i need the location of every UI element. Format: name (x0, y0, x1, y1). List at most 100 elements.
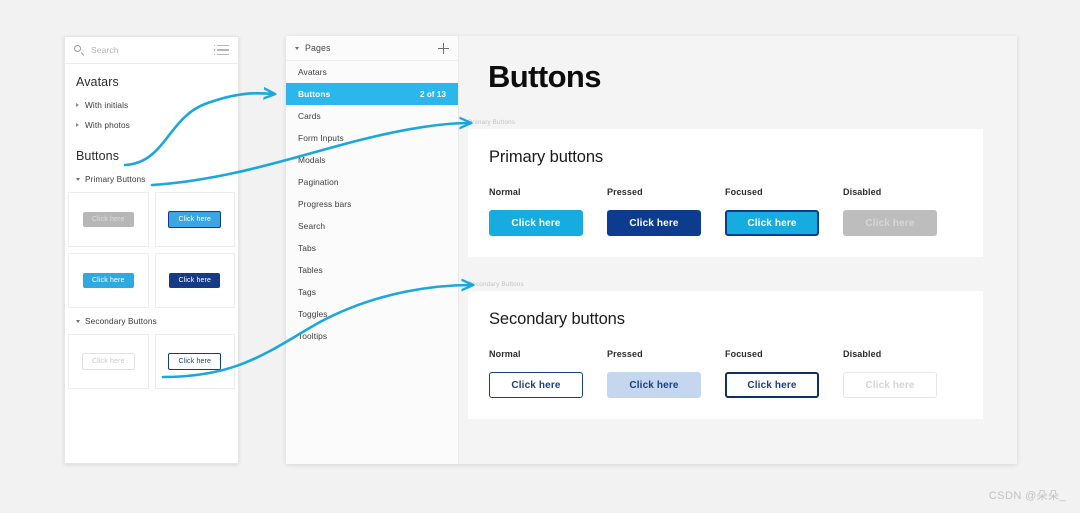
page-item-modals[interactable]: Modals (286, 149, 458, 171)
mini-button-pressed[interactable]: Click here (169, 273, 221, 288)
state-label: Pressed (607, 187, 643, 197)
section-heading-secondary: Secondary buttons (489, 310, 625, 328)
page-item-label: Progress bars (298, 199, 352, 209)
page-item-label: Pagination (298, 177, 339, 187)
secondary-button-normal[interactable]: Click here (489, 372, 583, 398)
state-column-focused: Focused Click here (725, 187, 843, 236)
chevron-right-icon[interactable] (76, 103, 79, 107)
page-item-form-inputs[interactable]: Form Inputs (286, 127, 458, 149)
state-label: Pressed (607, 349, 643, 359)
pages-title: Pages (305, 43, 331, 53)
state-label: Disabled (843, 349, 882, 359)
page-item-label: Avatars (298, 67, 327, 77)
pages-header: Pages (286, 36, 458, 61)
state-column-normal: Normal Click here (489, 187, 607, 236)
state-column-pressed: Pressed Click here (607, 349, 725, 398)
search-icon (74, 44, 85, 56)
page-item-label: Tables (298, 265, 323, 275)
page-item-label: Buttons (298, 89, 331, 99)
chevron-down-icon[interactable] (76, 177, 80, 181)
state-label: Disabled (843, 187, 882, 197)
primary-thumbnail-grid: Click here Click here Click here Click h… (65, 189, 238, 311)
section-tag-secondary: Secondary Buttons (468, 281, 524, 288)
page-item-label: Cards (298, 111, 321, 121)
page-item-search[interactable]: Search (286, 215, 458, 237)
page-item-label: Modals (298, 155, 326, 165)
mini-button-disabled[interactable]: Click here (82, 212, 134, 227)
layer-item-with-initials[interactable]: With initials (65, 95, 238, 115)
state-label: Focused (725, 187, 763, 197)
thumbnail-cell[interactable]: Click here (68, 192, 149, 247)
primary-button-pressed[interactable]: Click here (607, 210, 701, 236)
state-column-pressed: Pressed Click here (607, 187, 725, 236)
page-item-label: Tooltips (298, 331, 328, 341)
mini-button-focused[interactable]: Click here (168, 211, 222, 228)
page-title: Buttons (488, 59, 601, 94)
mini-button-focused[interactable]: Click here (168, 353, 222, 370)
page-item-count: 2 of 13 (419, 89, 446, 99)
mini-button-normal[interactable]: Click here (82, 273, 134, 288)
secondary-button-disabled: Click here (843, 372, 937, 398)
page-item-avatars[interactable]: Avatars (286, 61, 458, 83)
layers-search-row[interactable]: Search (65, 37, 238, 64)
search-input[interactable]: Search (91, 45, 217, 55)
page-item-progress-bars[interactable]: Progress bars (286, 193, 458, 215)
caret-down-icon[interactable] (295, 46, 299, 50)
secondary-button-focused[interactable]: Click here (725, 372, 819, 398)
section-card-primary: Primary buttons Normal Click here Presse… (468, 129, 983, 257)
primary-button-focused[interactable]: Click here (725, 210, 819, 236)
pages-list: Avatars Buttons 2 of 13 Cards Form Input… (286, 61, 458, 347)
secondary-button-pressed[interactable]: Click here (607, 372, 701, 398)
state-label: Normal (489, 187, 521, 197)
page-item-label: Form Inputs (298, 133, 344, 143)
layer-item-secondary-buttons[interactable]: Secondary Buttons (65, 311, 238, 331)
layer-item-label: Secondary Buttons (85, 316, 157, 326)
page-item-tabs[interactable]: Tabs (286, 237, 458, 259)
thumbnail-cell[interactable]: Click here (154, 334, 235, 389)
page-item-label: Search (298, 221, 326, 231)
thumbnail-cell[interactable]: Click here (68, 253, 149, 308)
page-item-toggles[interactable]: Toggles (286, 303, 458, 325)
thumbnail-cell[interactable]: Click here (68, 334, 149, 389)
secondary-state-grid: Normal Click here Pressed Click here Foc… (489, 349, 983, 398)
chevron-down-icon[interactable] (76, 319, 80, 323)
app-window: Pages Avatars Buttons 2 of 13 Cards Form (286, 36, 1017, 464)
thumbnail-cell[interactable]: Click here (154, 192, 235, 247)
page-item-label: Tags (298, 287, 317, 297)
layer-item-label: With initials (85, 100, 129, 110)
page-item-label: Toggles (298, 309, 328, 319)
layer-item-with-photos[interactable]: With photos (65, 115, 238, 135)
page-item-pagination[interactable]: Pagination (286, 171, 458, 193)
page-item-cards[interactable]: Cards (286, 105, 458, 127)
layer-item-label: Primary Buttons (85, 174, 146, 184)
watermark: CSDN @朵朵_ (988, 490, 1066, 502)
primary-button-disabled: Click here (843, 210, 937, 236)
mini-button-disabled[interactable]: Click here (81, 353, 135, 370)
section-card-secondary: Secondary buttons Normal Click here Pres… (468, 291, 983, 419)
page-item-buttons[interactable]: Buttons 2 of 13 (286, 83, 458, 105)
secondary-thumbnail-grid: Click here Click here (65, 331, 238, 392)
state-column-disabled: Disabled Click here (843, 187, 961, 236)
page-item-tags[interactable]: Tags (286, 281, 458, 303)
layer-item-primary-buttons[interactable]: Primary Buttons (65, 169, 238, 189)
page-item-tables[interactable]: Tables (286, 259, 458, 281)
layer-item-label: With photos (85, 120, 130, 130)
layers-tree: Avatars With initials With photos Button… (65, 64, 238, 392)
state-column-normal: Normal Click here (489, 349, 607, 398)
page-item-label: Tabs (298, 243, 317, 253)
section-tag-primary: Primary Buttons (468, 119, 516, 126)
state-column-disabled: Disabled Click here (843, 349, 961, 398)
content-pane: Buttons Primary Buttons Primary buttons … (459, 36, 1017, 464)
thumbnail-cell[interactable]: Click here (154, 253, 235, 308)
layer-group-avatars-title: Avatars (76, 75, 119, 89)
primary-button-normal[interactable]: Click here (489, 210, 583, 236)
list-view-icon[interactable] (214, 45, 229, 56)
section-heading-primary: Primary buttons (489, 148, 604, 166)
page-item-tooltips[interactable]: Tooltips (286, 325, 458, 347)
state-label: Focused (725, 349, 763, 359)
state-label: Normal (489, 349, 521, 359)
layer-group-buttons-title: Buttons (76, 149, 120, 163)
chevron-right-icon[interactable] (76, 123, 79, 127)
plus-icon[interactable] (438, 42, 449, 54)
state-column-focused: Focused Click here (725, 349, 843, 398)
